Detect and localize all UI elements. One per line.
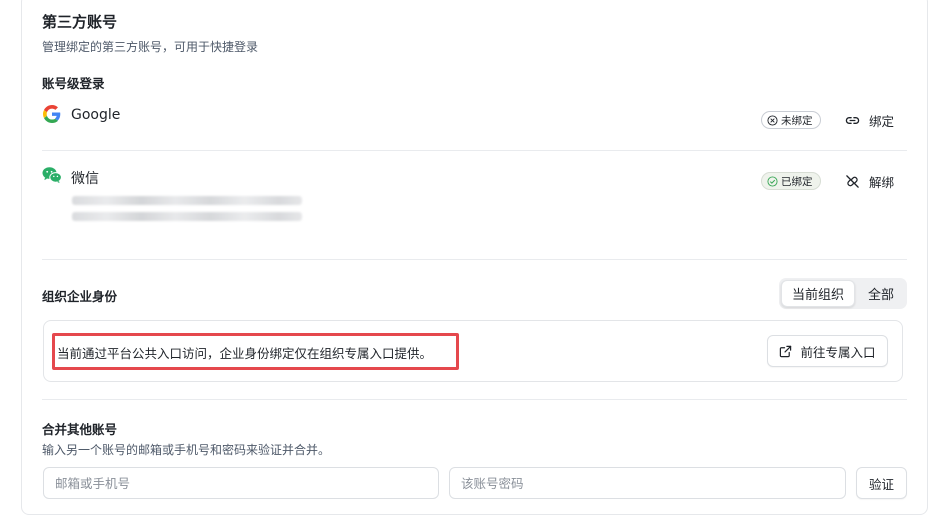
go-to-dedicated-entry-button[interactable]: 前往专属入口 — [767, 335, 888, 367]
google-icon — [43, 105, 61, 123]
check-circle-icon — [767, 175, 778, 187]
go-to-entry-label: 前往专属入口 — [800, 344, 876, 360]
wechat-provider-name: 微信 — [71, 171, 99, 187]
unbound-status-label: 未绑定 — [781, 114, 813, 127]
org-identity-title: 组织企业身份 — [42, 289, 118, 304]
merge-accounts-description: 输入另一个账号的邮箱或手机号和密码来验证并合并。 — [42, 443, 331, 457]
tab-all[interactable]: 全部 — [857, 280, 905, 307]
org-scope-tabs: 当前组织 全部 — [779, 278, 907, 309]
highlight-box — [52, 333, 459, 370]
wechat-icon — [42, 166, 62, 184]
tab-current-org[interactable]: 当前组织 — [781, 280, 855, 307]
merge-password-input[interactable] — [449, 467, 846, 499]
divider — [42, 259, 907, 260]
verify-button[interactable]: 验证 — [856, 467, 907, 499]
bound-status-label: 已绑定 — [781, 175, 813, 188]
page-subtitle: 管理绑定的第三方账号，可用于快捷登录 — [42, 40, 259, 54]
bound-status-badge: 已绑定 — [761, 172, 821, 190]
unbind-wechat-button[interactable]: 解绑 — [845, 172, 894, 191]
link-icon — [845, 113, 860, 128]
google-provider-name: Google — [71, 107, 121, 123]
unlink-icon — [845, 174, 860, 189]
bind-label: 绑定 — [869, 114, 895, 129]
external-link-icon — [779, 345, 792, 358]
divider — [42, 150, 907, 151]
page-title: 第三方账号 — [42, 13, 118, 31]
divider — [42, 399, 907, 400]
merge-account-input[interactable] — [43, 467, 439, 499]
redacted-account-info — [72, 212, 302, 221]
merge-accounts-title: 合并其他账号 — [42, 422, 118, 437]
third-party-accounts-card — [21, 0, 928, 515]
unbind-label: 解绑 — [869, 175, 895, 190]
bind-google-button[interactable]: 绑定 — [845, 111, 894, 130]
account-login-title: 账号级登录 — [42, 76, 105, 91]
close-circle-icon — [767, 114, 778, 126]
unbound-status-badge: 未绑定 — [761, 111, 821, 129]
redacted-account-info — [72, 196, 302, 205]
